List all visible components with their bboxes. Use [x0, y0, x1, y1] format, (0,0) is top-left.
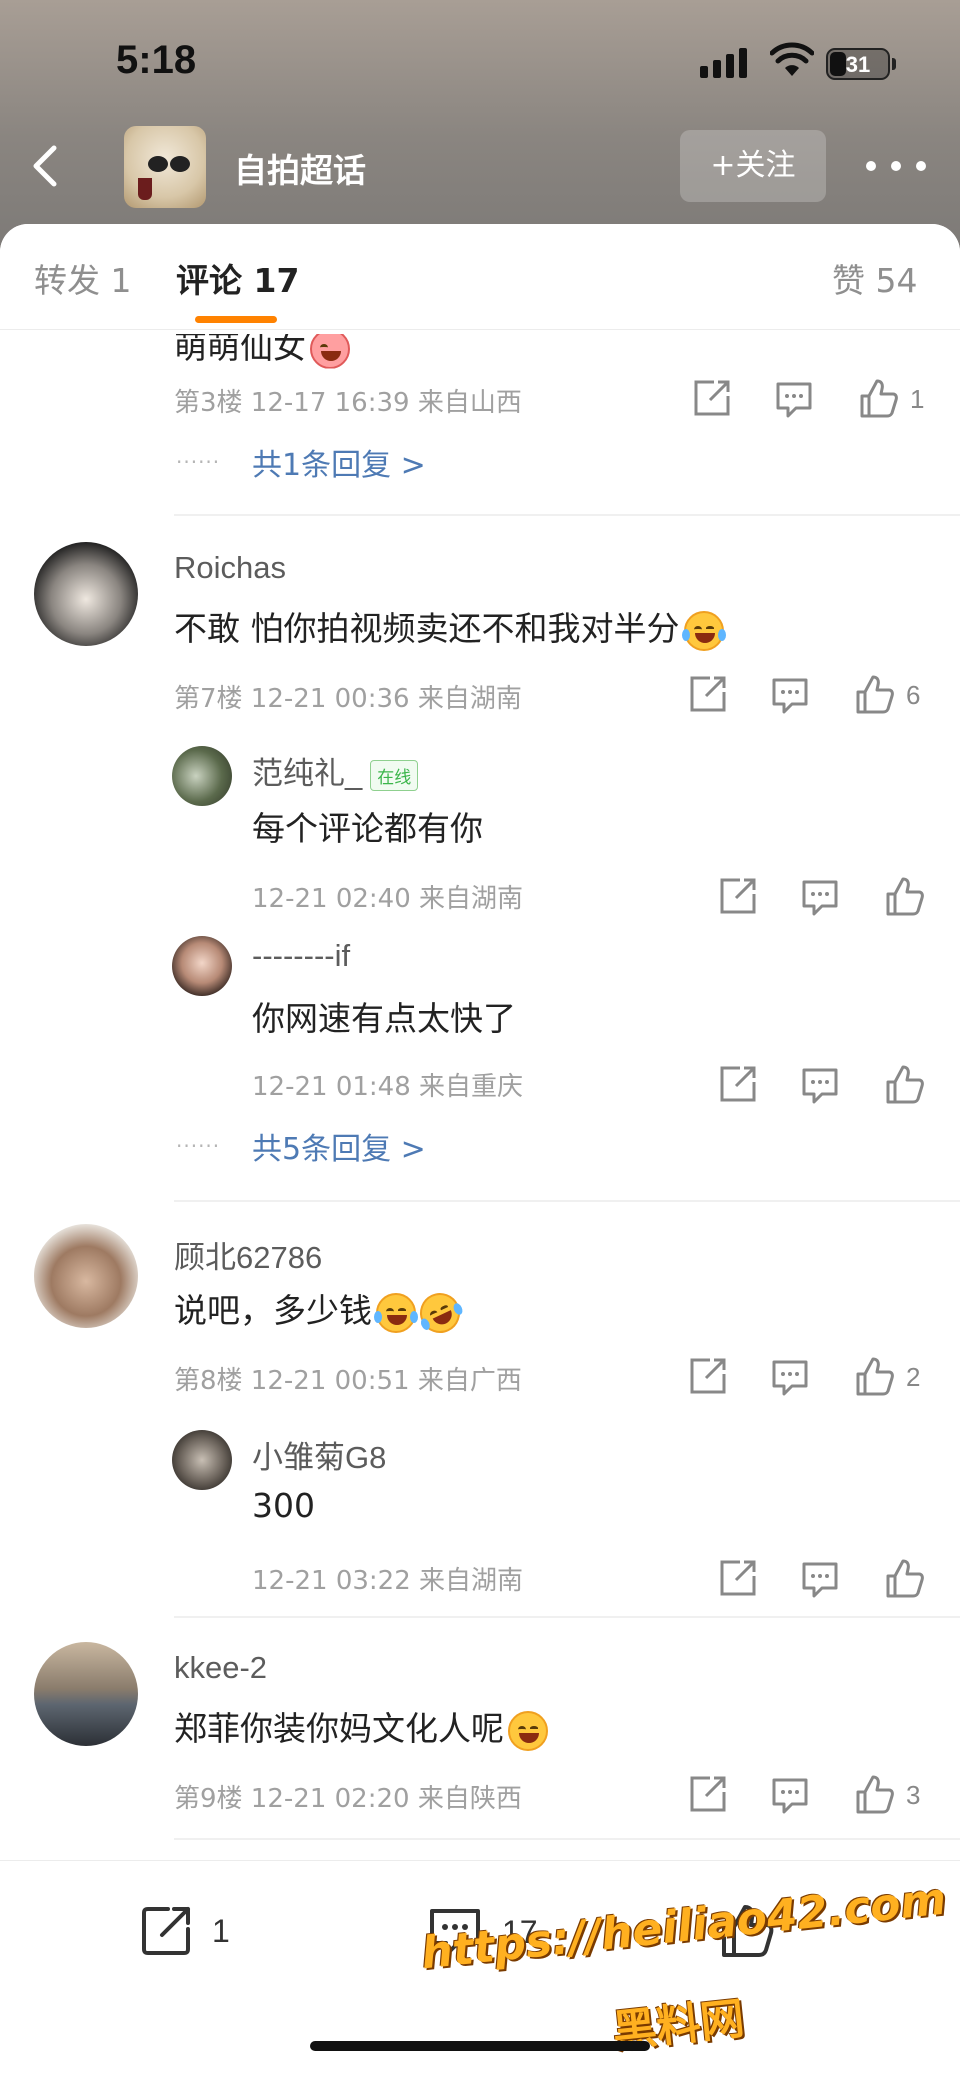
repost-icon[interactable] [690, 376, 734, 420]
divider [174, 1616, 960, 1618]
home-indicator[interactable] [310, 2041, 650, 2051]
comment-meta: 第8楼 12-21 00:51 来自广西 [174, 1366, 522, 1396]
username[interactable]: kkee-2 [174, 1650, 267, 1686]
repost-icon[interactable] [686, 672, 730, 716]
more-options-icon[interactable] [866, 146, 926, 186]
divider [174, 1200, 960, 1202]
reply-username[interactable]: 范纯礼_ 在线 [252, 748, 419, 793]
reply-text: 每个评论都有你 [252, 809, 483, 848]
comment-text: 郑菲你装你妈文化人呢 [174, 1702, 548, 1751]
divider [174, 514, 960, 516]
online-badge: 在线 [370, 760, 419, 792]
reply-text: 你网速有点太快了 [252, 999, 516, 1038]
tab-comments[interactable]: 评论 17 [176, 254, 299, 302]
repost-icon[interactable] [716, 1062, 760, 1106]
back-arrow-icon[interactable] [20, 138, 76, 194]
follow-button[interactable]: +关注 [680, 130, 826, 202]
username[interactable]: Roichas [174, 550, 286, 586]
reply-meta: 12-21 01:48 来自重庆 [252, 1072, 524, 1102]
reply-username[interactable]: --------if [252, 938, 350, 974]
reply-avatar[interactable] [172, 746, 232, 806]
replies-dots: ······ [176, 1134, 221, 1158]
like-icon[interactable] [856, 376, 900, 420]
like-icon[interactable] [882, 1556, 926, 1600]
avatar[interactable] [34, 1642, 138, 1746]
comment-icon[interactable] [798, 1062, 842, 1106]
comments-sheet: 萌萌仙女 第3楼 12-17 16:39 来自山西 1 ······ 共1条回复… [0, 224, 960, 2080]
comment-meta: 第7楼 12-21 00:36 来自湖南 [174, 684, 522, 714]
comment-icon[interactable] [772, 376, 816, 420]
battery-level: 31 [845, 52, 871, 77]
comment-icon[interactable] [768, 1772, 812, 1816]
header-backdrop: 5:18 31 自拍超话 +关注 [0, 0, 960, 250]
cellular-signal-icon [700, 48, 747, 78]
comment-feed: 萌萌仙女 第3楼 12-17 16:39 来自山西 1 ······ 共1条回复… [0, 224, 960, 1864]
reply-avatar[interactable] [172, 936, 232, 996]
bottom-action-bar: 1 17 https://heiliao42.com 黑料网 [0, 1860, 960, 2080]
like-icon[interactable] [882, 874, 926, 918]
repost-icon[interactable] [686, 1772, 730, 1816]
comment-icon[interactable] [798, 874, 842, 918]
tab-bar: 转发 1 评论 17 赞 54 [0, 224, 960, 330]
like-icon[interactable] [852, 672, 896, 716]
topic-avatar[interactable] [124, 126, 206, 208]
wifi-icon [770, 42, 814, 76]
comment-meta: 第3楼 12-17 16:39 来自山西 [174, 388, 522, 418]
like-count: 3 [906, 1780, 921, 1810]
reply-username[interactable]: 小雏菊G8 [252, 1432, 386, 1477]
battery-icon: 31 [826, 48, 890, 80]
reply-text: 300 [252, 1486, 315, 1525]
comment-meta: 第9楼 12-21 02:20 来自陕西 [174, 1784, 522, 1814]
battery-tip [892, 58, 896, 70]
active-tab-indicator [195, 316, 277, 323]
view-replies-link[interactable]: 共5条回复 > [252, 1124, 426, 1168]
tab-reposts[interactable]: 转发 1 [34, 254, 132, 302]
comment-text: 说吧，多少钱 [174, 1284, 467, 1340]
username[interactable]: 顾北62786 [174, 1232, 322, 1277]
replies-dots: ······ [176, 450, 221, 474]
view-replies-link[interactable]: 共1条回复 > [252, 440, 426, 484]
bottom-repost-button[interactable]: 1 [136, 1901, 230, 1961]
repost-icon[interactable] [716, 1556, 760, 1600]
comment-icon[interactable] [768, 672, 812, 716]
bottom-repost-count: 1 [212, 1912, 230, 1949]
like-count: 2 [906, 1362, 921, 1392]
topic-title[interactable]: 自拍超话 [234, 144, 366, 192]
avatar[interactable] [34, 1224, 138, 1328]
reply-avatar[interactable] [172, 1430, 232, 1490]
comment-text: 不敢 怕你拍视频卖还不和我对半分 [174, 602, 726, 651]
avatar[interactable] [34, 542, 138, 646]
repost-icon[interactable] [716, 874, 760, 918]
reply-meta: 12-21 02:40 来自湖南 [252, 884, 524, 914]
repost-icon[interactable] [686, 1354, 730, 1398]
like-count: 6 [906, 680, 921, 710]
comment-icon[interactable] [798, 1556, 842, 1600]
status-time: 5:18 [116, 38, 197, 82]
nav-bar: 自拍超话 +关注 [0, 120, 960, 220]
like-icon[interactable] [852, 1354, 896, 1398]
watermark-url: https://heiliao42.com [418, 1873, 949, 1980]
status-bar: 5:18 31 [0, 0, 960, 120]
like-icon[interactable] [852, 1772, 896, 1816]
tab-likes[interactable]: 赞 54 [832, 254, 917, 302]
like-count: 1 [910, 384, 925, 414]
divider [174, 1838, 960, 1840]
reply-meta: 12-21 03:22 来自湖南 [252, 1566, 524, 1596]
comment-icon[interactable] [768, 1354, 812, 1398]
repost-icon [142, 1907, 190, 1955]
like-icon[interactable] [882, 1062, 926, 1106]
